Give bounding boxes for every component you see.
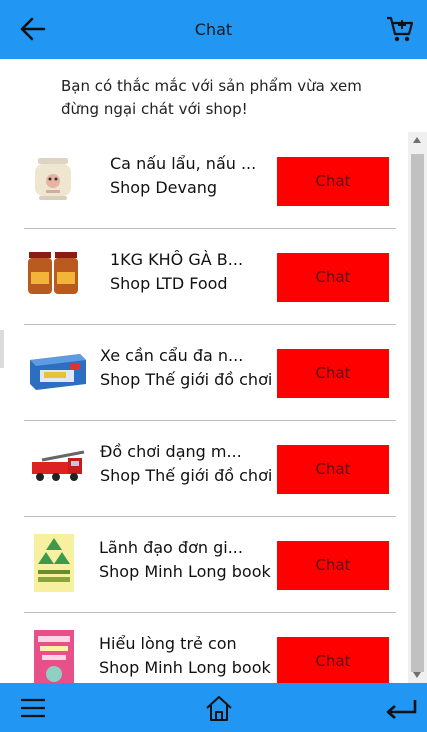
list-item: Lãnh đạo đơn gi... Shop Minh Long book C… — [24, 516, 396, 613]
list-item: Ca nấu lẩu, nấu ... Shop Devang Chat — [24, 132, 396, 229]
chat-button[interactable]: Chat — [277, 157, 389, 206]
shop-name: Shop Devang — [110, 178, 218, 197]
chat-button[interactable]: Chat — [277, 445, 389, 494]
page-title: Chat — [194, 20, 233, 39]
list-item: Xe cần cẩu đa n... Shop Thế giới đồ chơi… — [24, 324, 396, 421]
product-name: 1KG KHÔ GÀ B... — [110, 250, 244, 269]
fire-truck-toy-image — [32, 450, 85, 481]
scroll-up-icon[interactable] — [413, 137, 421, 143]
rice-cooker-image — [35, 158, 71, 200]
product-name: Ca nấu lẩu, nấu ... — [110, 154, 257, 173]
vertical-scrollbar[interactable] — [408, 132, 427, 683]
chat-button[interactable]: Chat — [277, 541, 389, 590]
chat-button[interactable]: Chat — [277, 349, 389, 398]
bottom-nav-bar — [0, 683, 427, 732]
leadership-book-image — [34, 534, 74, 592]
product-name: Lãnh đạo đơn gi... — [99, 538, 243, 557]
top-app-bar: Chat — [0, 0, 427, 59]
home-icon[interactable] — [204, 694, 234, 722]
cart-icon[interactable] — [385, 14, 415, 44]
chat-button[interactable]: Chat — [277, 253, 389, 302]
intro-text: Bạn có thắc mắc với sản phẩm vừa xem đừn… — [61, 77, 362, 118]
shop-name: Shop Minh Long book — [99, 562, 271, 581]
product-name: Xe cần cẩu đa n... — [100, 346, 244, 365]
side-handle[interactable] — [0, 330, 4, 368]
shop-name: Shop Thế giới đồ chơi — [100, 370, 273, 389]
hamburger-menu-icon[interactable] — [20, 698, 46, 718]
shop-name: Shop Minh Long book — [99, 658, 271, 677]
children-book-image — [34, 630, 74, 683]
dried-chicken-jars-image — [28, 252, 78, 294]
chat-shop-list[interactable]: Ca nấu lẩu, nấu ... Shop Devang Chat 1KG… — [11, 132, 408, 683]
scroll-down-icon[interactable] — [413, 672, 421, 678]
scrollbar-thumb[interactable] — [411, 154, 424, 672]
product-name: Đồ chơi dạng m... — [100, 442, 242, 461]
shop-name: Shop LTD Food — [110, 274, 228, 293]
product-name: Hiểu lòng trẻ con — [99, 634, 237, 653]
return-icon[interactable] — [385, 697, 417, 721]
crane-toy-box-image — [30, 354, 86, 390]
shop-name: Shop Thế giới đồ chơi — [100, 466, 273, 485]
list-item: Hiểu lòng trẻ con Shop Minh Long book Ch… — [24, 612, 396, 683]
list-item: 1KG KHÔ GÀ B... Shop LTD Food Chat — [24, 228, 396, 325]
chat-button[interactable]: Chat — [277, 637, 389, 683]
list-item: Đồ chơi dạng m... Shop Thế giới đồ chơi … — [24, 420, 396, 517]
